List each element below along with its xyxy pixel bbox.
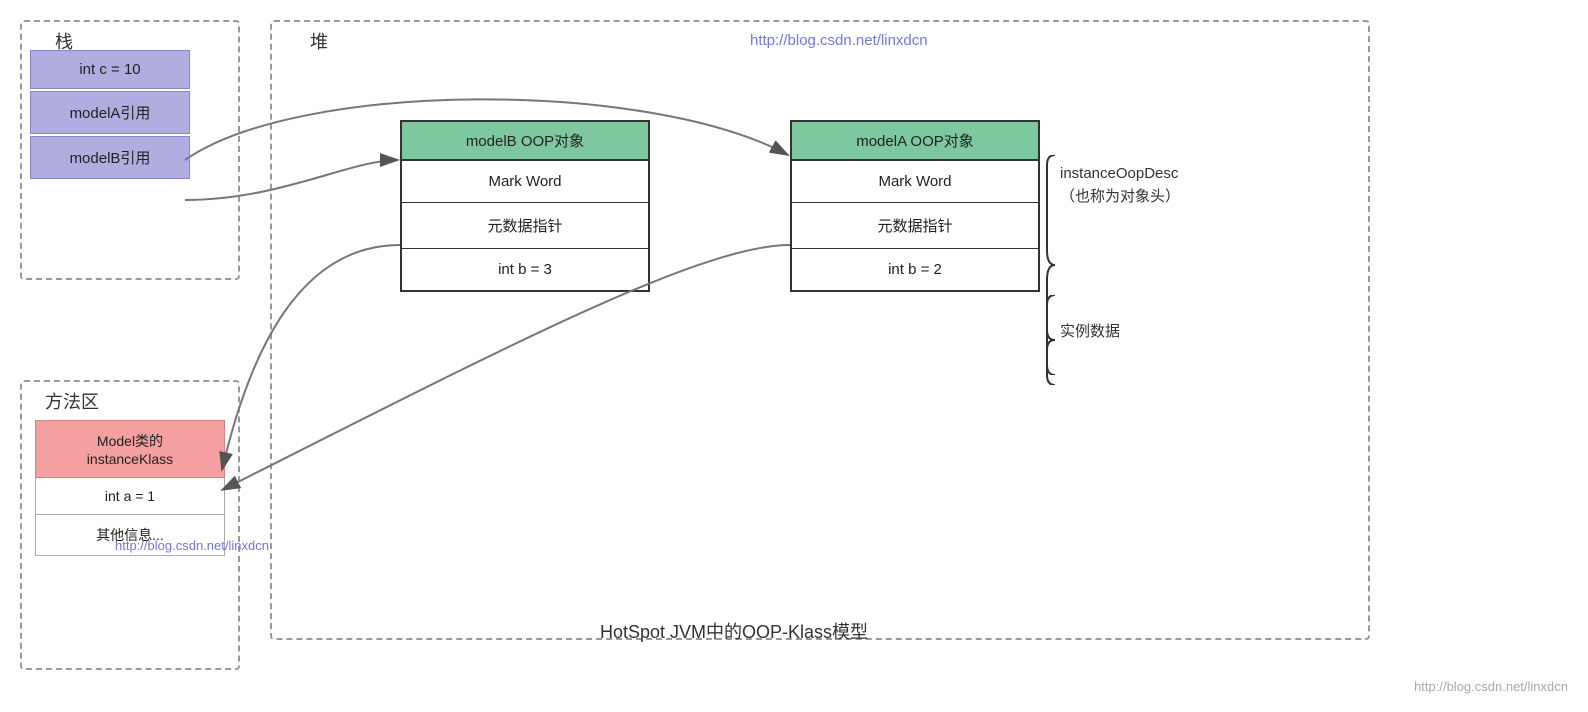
url-method: http://blog.csdn.net/linxdcn <box>115 538 269 553</box>
heap-box <box>270 20 1370 640</box>
modela-obj: modelA OOP对象 Mark Word 元数据指针 int b = 2 <box>790 120 1040 292</box>
modela-row-1: Mark Word <box>792 161 1038 203</box>
modelb-row-3: int b = 3 <box>402 249 648 290</box>
heap-label: 堆 <box>310 28 328 54</box>
modelb-row-2: 元数据指针 <box>402 203 648 249</box>
stack-cell-2: modelA引用 <box>30 91 190 134</box>
annotation1: instanceOopDesc <box>1060 165 1178 182</box>
url-top: http://blog.csdn.net/linxdcn <box>750 32 928 49</box>
stack-cells: int c = 10 modelA引用 modelB引用 <box>30 50 190 181</box>
method-inner: Model类的instanceKlass int a = 1 其他信息... <box>35 420 225 556</box>
annotation3: 实例数据 <box>1060 320 1120 341</box>
diagram-title: HotSpot JVM中的OOP-Klass模型 <box>600 618 868 644</box>
modela-header: modelA OOP对象 <box>792 122 1038 161</box>
modelb-header: modelB OOP对象 <box>402 122 648 161</box>
modelb-obj: modelB OOP对象 Mark Word 元数据指针 int b = 3 <box>400 120 650 292</box>
annotation2: （也称为对象头） <box>1060 185 1180 206</box>
diagram-container: 栈 int c = 10 modelA引用 modelB引用 方法区 Model… <box>0 0 1588 712</box>
method-row-1: int a = 1 <box>35 478 225 515</box>
modela-row-2: 元数据指针 <box>792 203 1038 249</box>
modela-row-3: int b = 2 <box>792 249 1038 290</box>
modelb-row-1: Mark Word <box>402 161 648 203</box>
stack-cell-1: int c = 10 <box>30 50 190 89</box>
method-header: Model类的instanceKlass <box>35 420 225 478</box>
url-watermark: http://blog.csdn.net/linxdcn <box>1414 679 1568 694</box>
stack-cell-3: modelB引用 <box>30 136 190 179</box>
method-label: 方法区 <box>45 388 99 414</box>
